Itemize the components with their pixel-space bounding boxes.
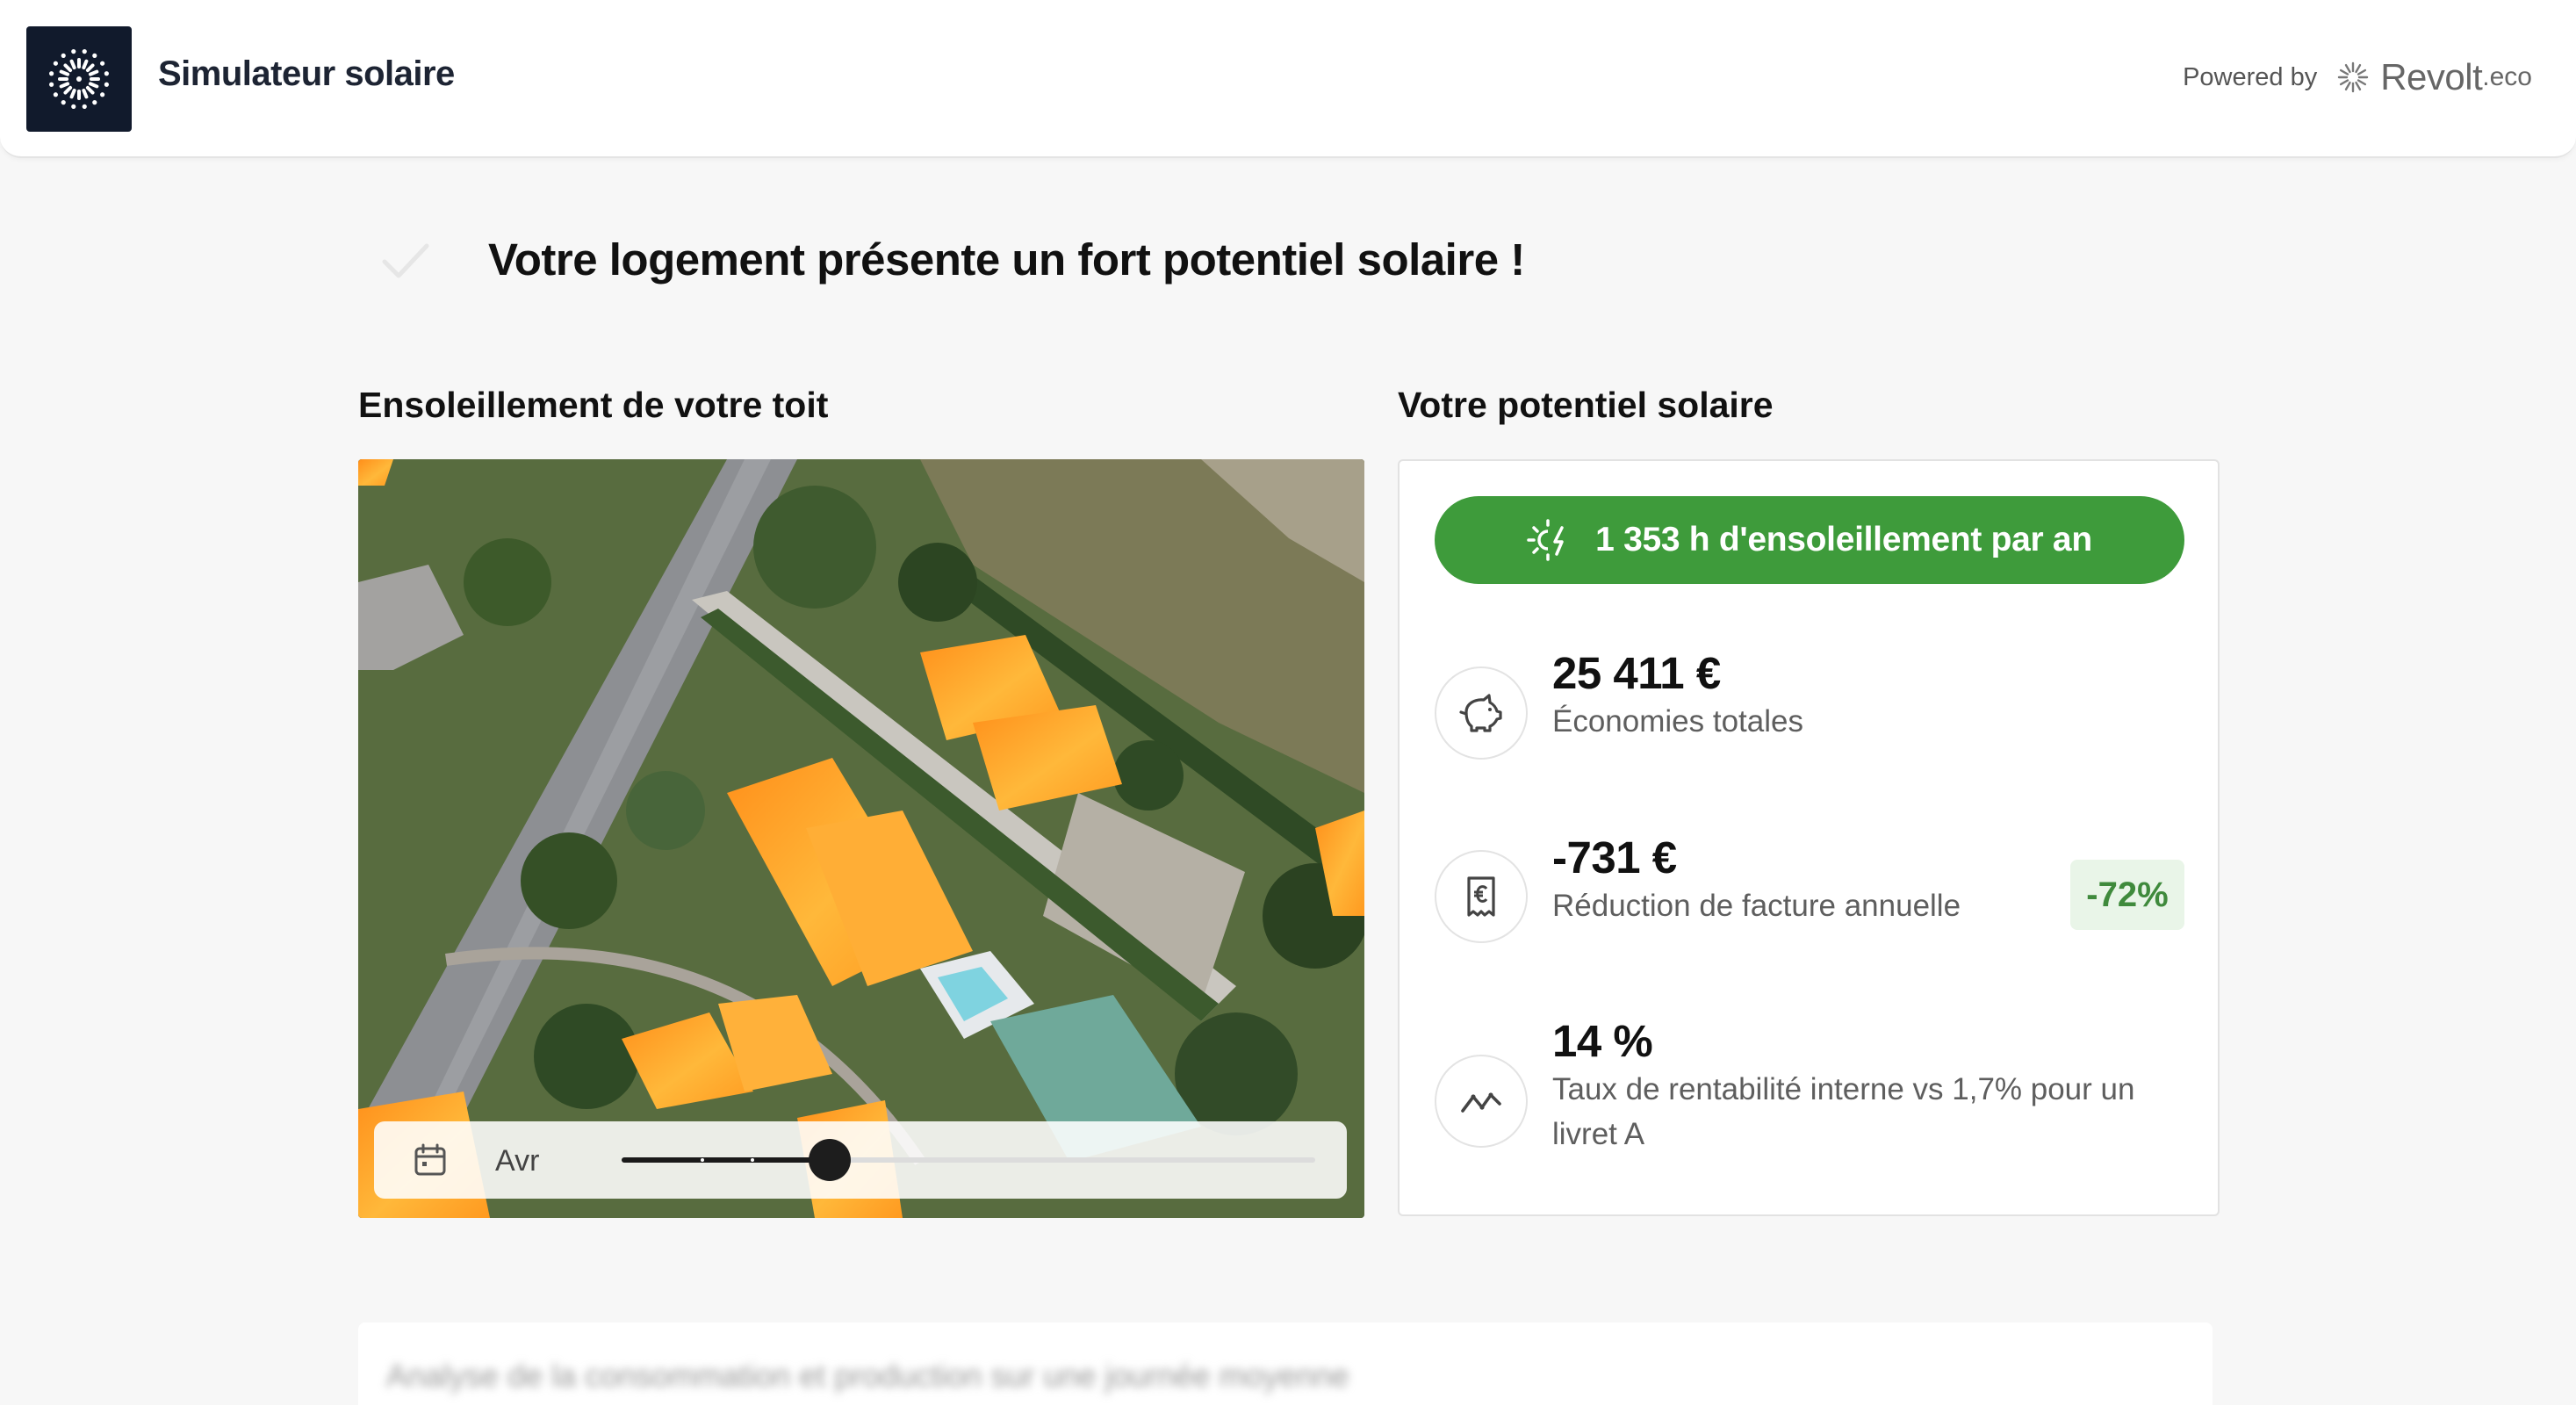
total-savings-value: 25 411 € [1552,648,1721,698]
trend-line-icon [1461,1092,1501,1113]
powered-by-label: Powered by [2183,62,2318,91]
brand-name: Revolt [2380,56,2483,97]
check-icon [382,243,429,278]
bill-reduction-badge: -72% [2070,860,2184,930]
consumption-analysis-title: Analyse de la consommation et production… [386,1358,1349,1394]
roof-sunshine-map[interactable]: Avr [358,459,1364,1218]
receipt-euro-icon [1467,876,1495,917]
slider-tick [701,1158,704,1162]
slider-tick [751,1158,754,1162]
calendar-icon [414,1143,446,1176]
month-label: Avr [495,1144,540,1178]
potential-section-title: Votre potentiel solaire [1398,385,1774,425]
sunshine-hours-text: 1 353 h d'ensoleillement par an [1595,521,2092,558]
sun-bolt-icon [1527,519,1564,561]
total-savings-label: Économies totales [1552,704,1803,739]
month-slider-thumb[interactable] [809,1139,851,1181]
month-slider[interactable] [622,1139,1315,1181]
consumption-analysis-card: Analyse de la consommation et production… [358,1322,2213,1405]
result-headline: Votre logement présente un fort potentie… [488,234,1525,285]
stat-icon-wrapper [1435,1055,1528,1148]
stat-icon-wrapper [1435,850,1528,943]
aerial-image [358,459,1364,1218]
app-header: Simulateur solaire Powered by Revolt .eco [0,0,2576,158]
irr-value: 14 % [1552,1016,1653,1066]
brand-suffix: .eco [2482,62,2532,91]
solar-potential-card: 1 353 h d'ensoleillement par an 25 411 €… [1398,459,2220,1216]
irr-label: Taux de rentabilité interne vs 1,7% pour… [1552,1072,2135,1151]
app-title: Simulateur solaire [158,54,455,93]
roof-section-title: Ensoleillement de votre toit [358,385,829,425]
app-logo[interactable] [26,26,132,132]
month-slider-fill [622,1157,830,1163]
bill-reduction-value: -731 € [1552,832,1677,883]
stat-icon-wrapper [1435,666,1528,760]
sun-logo-icon [49,49,109,109]
sunshine-hours-badge: 1 353 h d'ensoleillement par an [1435,496,2184,584]
powered-by[interactable]: Powered by Revolt .eco [2183,56,2532,98]
revolt-brand[interactable]: Revolt .eco [2336,56,2532,98]
month-selector[interactable]: Avr [374,1121,1347,1199]
revolt-sun-icon [2338,61,2369,93]
piggy-bank-icon [1459,694,1502,732]
